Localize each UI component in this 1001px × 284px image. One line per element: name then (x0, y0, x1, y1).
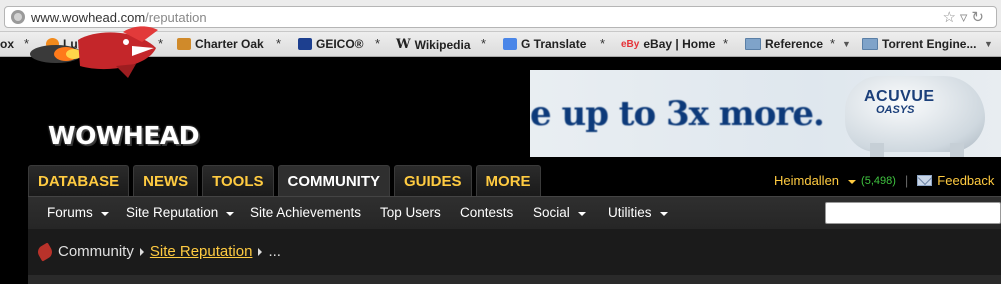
chevron-down-icon[interactable]: ▼ (842, 39, 851, 49)
chevron-down-icon (100, 211, 109, 216)
tab-news[interactable]: NEWS (133, 165, 199, 196)
wowhead-logo[interactable] (28, 18, 198, 96)
bookmark-folder-reference[interactable]: Reference (745, 37, 823, 51)
search-input[interactable] (825, 202, 1001, 224)
subnav-site-reputation[interactable]: Site Reputation (126, 205, 235, 220)
reputation-count: (5,498) (861, 174, 896, 187)
tab-more[interactable]: MORE (475, 165, 541, 196)
bookmark-item[interactable]: G Translate (503, 37, 586, 51)
bookmark-separator: * (830, 36, 836, 51)
bookmark-item[interactable]: W Wikipedia (396, 37, 471, 52)
tab-database[interactable]: DATABASE (28, 165, 130, 196)
dropdown-icon[interactable]: ▿ (960, 9, 972, 26)
bookmark-folder-torrent[interactable]: Torrent Engine... (862, 37, 976, 51)
bookmark-separator: * (481, 36, 487, 51)
subnav-label: Utilities (608, 205, 652, 220)
wikipedia-icon: W (396, 37, 411, 52)
subnav-label: Site Achievements (250, 205, 362, 220)
chevron-down-icon[interactable] (848, 179, 857, 184)
breadcrumb-more[interactable]: ... (268, 243, 281, 260)
main-tabs: DATABASE NEWS TOOLS COMMUNITY GUIDES MOR… (28, 165, 541, 197)
subnav-site-achievements[interactable]: Site Achievements (250, 205, 361, 220)
bookmark-label: ox (0, 37, 15, 51)
translate-icon (503, 38, 517, 50)
logo-wordmark[interactable]: WOWHEAD (48, 121, 200, 150)
bookmark-separator: * (276, 36, 282, 51)
divider: | (904, 173, 909, 188)
ad-banner[interactable]: e up to 3x more. ACUVUE OASYS (530, 70, 1001, 157)
bookmark-label: Reference (765, 37, 824, 51)
subnav-social[interactable]: Social (533, 205, 586, 220)
ad-decoration (870, 143, 884, 157)
rocket-icon (30, 26, 158, 78)
ad-brand-sub: OASYS (876, 104, 915, 116)
bookmark-item[interactable]: ox (0, 37, 14, 51)
chevron-right-icon (258, 247, 263, 256)
bookmark-label: G Translate (521, 37, 587, 51)
breadcrumb-site-reputation[interactable]: Site Reputation (150, 243, 253, 260)
ad-decoration (950, 143, 964, 157)
subnav-utilities[interactable]: Utilities (608, 205, 668, 220)
subnav-contests[interactable]: Contests (460, 205, 513, 220)
chevron-right-icon (139, 247, 144, 256)
bookmark-separator: * (600, 36, 606, 51)
breadcrumb-community[interactable]: Community (58, 243, 134, 260)
username-link[interactable]: Heimdallen (774, 173, 839, 188)
subnav-label: Site Reputation (126, 205, 219, 220)
bookmark-label: eBay | Home (643, 37, 716, 51)
subnav-label: Forums (47, 205, 93, 220)
bookmark-item[interactable]: eBy eBay | Home (621, 37, 715, 51)
tab-guides[interactable]: GUIDES (394, 165, 472, 196)
ad-headline: e up to 3x more. (530, 94, 825, 134)
breadcrumb: Community Site Reputation ... (28, 229, 1001, 275)
feedback-link[interactable]: Feedback (937, 173, 994, 188)
bookmark-separator: * (723, 36, 729, 51)
tab-tools[interactable]: TOOLS (202, 165, 274, 196)
globe-icon (11, 10, 25, 24)
subnav-label: Top Users (380, 205, 441, 220)
chevron-down-icon (577, 211, 586, 216)
tab-community[interactable]: COMMUNITY (277, 165, 391, 197)
chevron-down-icon (226, 211, 235, 216)
bookmark-item[interactable]: GEICO® (298, 37, 364, 51)
subnav-top-users[interactable]: Top Users (380, 205, 441, 220)
subnav-label: Social (533, 205, 570, 220)
bookmark-label: Wikipedia (414, 37, 471, 52)
folder-icon (862, 38, 878, 50)
folder-icon (745, 38, 761, 50)
bookmark-label: Torrent Engine... (882, 37, 977, 51)
wowhead-small-icon (35, 241, 55, 262)
subnav-label: Contests (460, 205, 514, 220)
reload-icon[interactable]: ↻ (971, 9, 988, 26)
chevron-down-icon[interactable]: ▼ (984, 39, 993, 49)
bookmark-label: GEICO® (316, 37, 364, 51)
mail-icon[interactable] (917, 175, 933, 186)
url-actions: ☆▿↻ (942, 8, 988, 26)
chevron-down-icon (659, 211, 668, 216)
subnav-forums[interactable]: Forums (47, 205, 109, 220)
star-icon[interactable]: ☆ (942, 9, 959, 26)
bookmark-separator: * (375, 36, 381, 51)
content-top-edge (28, 275, 1001, 284)
breadcrumb-row: Community Site Reputation ... (35, 241, 281, 262)
bookmark-label: Charter Oak (195, 37, 264, 51)
user-menu: Heimdallen (5,498) | Feedback (774, 173, 994, 188)
ebay-icon: eBy (621, 38, 640, 50)
geico-icon (298, 38, 312, 50)
